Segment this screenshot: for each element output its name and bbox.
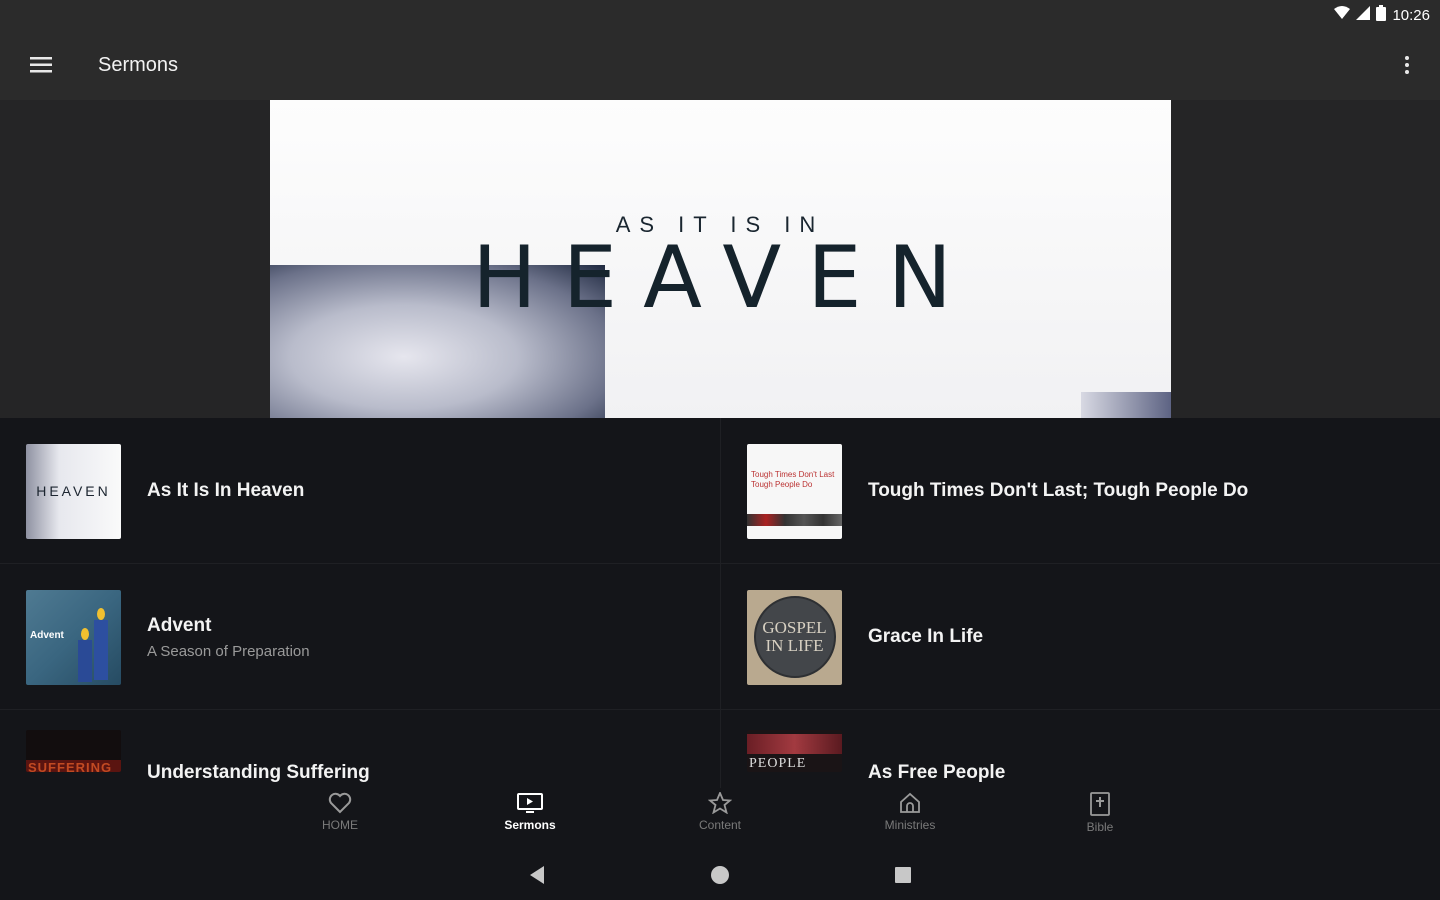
tv-icon (517, 793, 543, 813)
list-item[interactable]: PEOPLE As Free People (720, 710, 1440, 788)
home-icon (900, 792, 920, 813)
sermon-list: HEAVEN As It Is In Heaven Tough Times Do… (0, 418, 1440, 788)
bible-icon (1090, 792, 1110, 816)
sermon-title: Tough Times Don't Last; Tough People Do (868, 480, 1249, 501)
bottom-nav: HOME Sermons Content Ministries Bible (0, 788, 1440, 848)
sermon-title: As Free People (868, 762, 1006, 783)
nav-sermons[interactable]: Sermons (470, 792, 590, 832)
hero-area: AS IT IS IN HEAVEN (0, 100, 1440, 418)
back-triangle-icon (530, 866, 544, 884)
sermon-title: Understanding Suffering (147, 762, 370, 783)
status-time: 10:26 (1392, 6, 1430, 24)
list-row: Advent Advent A Season of Preparation GO… (0, 564, 1440, 710)
list-item[interactable]: Tough Times Don't Last Tough People Do T… (720, 418, 1440, 564)
more-vert-icon (1405, 56, 1409, 74)
hero-title: HEAVEN (472, 228, 978, 328)
hero-banner[interactable]: AS IT IS IN HEAVEN (270, 100, 1171, 418)
back-button[interactable] (522, 860, 552, 890)
hero-clouds-corner (1081, 392, 1171, 418)
overflow-menu-button[interactable] (1392, 50, 1422, 80)
nav-content[interactable]: Content (660, 792, 780, 832)
sermon-thumbnail: GOSPEL IN LIFE (747, 589, 842, 685)
sermon-thumbnail: Tough Times Don't Last Tough People Do (747, 443, 842, 539)
page-title: Sermons (98, 53, 179, 76)
star-icon (708, 792, 732, 814)
hamburger-icon (30, 57, 52, 73)
list-item[interactable]: GOSPEL IN LIFE Grace In Life (720, 564, 1440, 710)
nav-ministries[interactable]: Ministries (850, 792, 970, 832)
sermon-thumbnail: Advent (26, 589, 121, 685)
list-row: HEAVEN As It Is In Heaven Tough Times Do… (0, 418, 1440, 564)
heart-icon (328, 792, 352, 814)
home-circle-icon (711, 866, 729, 884)
recents-button[interactable] (888, 860, 918, 890)
sermon-title: As It Is In Heaven (147, 480, 305, 501)
sermon-title: Advent (147, 614, 212, 636)
nav-bible[interactable]: Bible (1040, 792, 1160, 834)
sermon-thumbnail: HEAVEN (26, 443, 121, 539)
sermon-thumbnail: PEOPLE (747, 730, 842, 772)
status-bar: 10:26 (0, 0, 1440, 30)
sermon-subtitle: A Season of Preparation (147, 642, 310, 660)
sermon-thumbnail: SUFFERING (26, 730, 121, 772)
signal-icon (1356, 6, 1371, 24)
list-item[interactable]: HEAVEN As It Is In Heaven (0, 418, 720, 564)
sermon-title: Grace In Life (868, 626, 984, 647)
list-item[interactable]: Advent Advent A Season of Preparation (0, 564, 720, 710)
list-row: SUFFERING Understanding Suffering PEOPLE… (0, 710, 1440, 788)
wifi-icon (1334, 6, 1351, 24)
list-item[interactable]: SUFFERING Understanding Suffering (0, 710, 720, 788)
nav-home[interactable]: HOME (280, 792, 400, 832)
app-bar: Sermons (0, 30, 1440, 100)
system-nav-bar (0, 848, 1440, 900)
battery-icon (1376, 5, 1387, 25)
recents-square-icon (895, 867, 911, 883)
home-button[interactable] (705, 860, 735, 890)
menu-button[interactable] (0, 30, 82, 100)
